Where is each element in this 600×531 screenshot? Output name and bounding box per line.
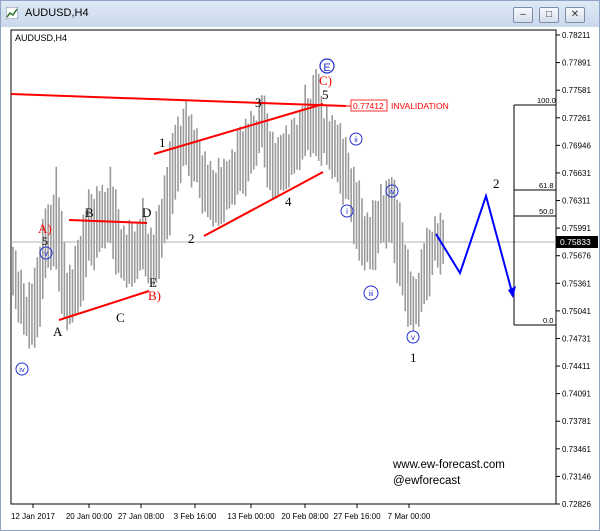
price-chart[interactable]: AUDUSD,H4 0.782110.778910.775810.772610.… bbox=[1, 28, 599, 530]
y-tick-label: 0.76631 bbox=[562, 169, 591, 178]
wave-label-5: 5 bbox=[42, 234, 48, 248]
invalidation-price: 0.77412 bbox=[353, 101, 384, 111]
y-tick-label: 0.77261 bbox=[562, 114, 591, 123]
x-axis: 12 Jan 2017 20 Jan 00:00 27 Jan 08:00 3 Feb… bbox=[11, 504, 431, 521]
wave-label-4: 4 bbox=[285, 194, 292, 209]
wave-label-1-bottom: 1 bbox=[410, 350, 417, 365]
x-tick-label: 20 Feb 08:00 bbox=[281, 512, 329, 521]
wave-label-ii: ii bbox=[354, 135, 358, 144]
y-tick-label: 0.75041 bbox=[562, 307, 591, 316]
plot-area bbox=[10, 29, 557, 505]
wave-label-1-top: 1 bbox=[159, 135, 166, 150]
current-price-label: 0.75833 bbox=[560, 237, 591, 247]
wave-label-2: 2 bbox=[188, 231, 195, 246]
wave-label-iii: iii bbox=[369, 291, 374, 298]
wave-label-d: D bbox=[142, 205, 151, 220]
wave-label-b-red: B) bbox=[148, 288, 161, 303]
y-tick-label: 0.73461 bbox=[562, 445, 591, 454]
wave-label-v: v bbox=[411, 333, 415, 342]
y-tick-label: 0.76946 bbox=[562, 141, 591, 150]
title-bar[interactable]: AUDUSD,H4 – □ ✕ bbox=[1, 1, 599, 27]
x-tick-label: 27 Feb 16:00 bbox=[333, 512, 381, 521]
x-tick-label: 20 Jan 00:00 bbox=[66, 512, 113, 521]
watermark-handle: @ewforecast bbox=[393, 475, 461, 487]
wave-label-a: A bbox=[53, 324, 63, 339]
fib-100-label: 100.0 bbox=[537, 96, 556, 105]
wave-label-c-red: C) bbox=[319, 73, 332, 88]
x-tick-label: 7 Mar 00:00 bbox=[388, 512, 431, 521]
x-tick-label: 13 Feb 00:00 bbox=[227, 512, 275, 521]
maximize-button[interactable]: □ bbox=[539, 7, 559, 23]
wave-label-iv: iv bbox=[389, 187, 395, 196]
wave-label-3: 3 bbox=[255, 95, 262, 110]
close-button[interactable]: ✕ bbox=[565, 7, 585, 23]
y-axis: 0.78211 0.77891 0.77581 0.77261 0.76946 0.766… bbox=[556, 31, 591, 509]
y-tick-label: 0.78211 bbox=[562, 31, 591, 40]
y-tick-label: 0.75991 bbox=[562, 224, 591, 233]
wave-label-c: C bbox=[116, 310, 125, 325]
window-title: AUDUSD,H4 bbox=[25, 7, 89, 19]
y-tick-label: 0.73781 bbox=[562, 417, 591, 426]
y-tick-label: 0.76311 bbox=[562, 197, 591, 206]
y-tick-label: 0.75676 bbox=[562, 252, 591, 261]
y-tick-label: 0.75361 bbox=[562, 279, 591, 288]
fib-61-8-label: 61.8 bbox=[539, 181, 554, 190]
watermark-site: www.ew-forecast.com bbox=[392, 459, 505, 471]
y-tick-label: 0.73146 bbox=[562, 472, 591, 481]
invalidation-text: INVALIDATION bbox=[391, 101, 449, 111]
wave-label-b: B bbox=[85, 205, 94, 220]
y-tick-label: 0.74091 bbox=[562, 390, 591, 399]
x-tick-label: 3 Feb 16:00 bbox=[174, 512, 217, 521]
y-tick-label: 0.74411 bbox=[562, 362, 591, 371]
fib-0-label: 0.0 bbox=[543, 316, 553, 325]
wave-label-5-top: 5 bbox=[322, 87, 329, 102]
wave-label-i: i bbox=[346, 207, 348, 216]
y-tick-label: 0.72826 bbox=[562, 500, 591, 509]
fib-50-label: 50.0 bbox=[539, 207, 554, 216]
y-tick-label: 0.74731 bbox=[562, 334, 591, 343]
projection-wave-label: 2 bbox=[493, 176, 500, 191]
chart-app-icon bbox=[6, 7, 18, 19]
wave-label-v-left: v bbox=[44, 249, 48, 258]
minimize-button[interactable]: – bbox=[513, 7, 533, 23]
x-tick-label: 12 Jan 2017 bbox=[11, 512, 56, 521]
y-tick-label: 0.77891 bbox=[562, 59, 591, 68]
x-tick-label: 27 Jan 08:00 bbox=[118, 512, 165, 521]
chart-window: AUDUSD,H4 – □ ✕ AUDUSD,H4 0.78211 0.77891… bbox=[0, 0, 600, 531]
symbol-label: AUDUSD,H4 bbox=[15, 33, 67, 43]
y-tick-label: 0.77581 bbox=[562, 86, 591, 95]
wave-label-iv-left: iv bbox=[19, 365, 25, 374]
